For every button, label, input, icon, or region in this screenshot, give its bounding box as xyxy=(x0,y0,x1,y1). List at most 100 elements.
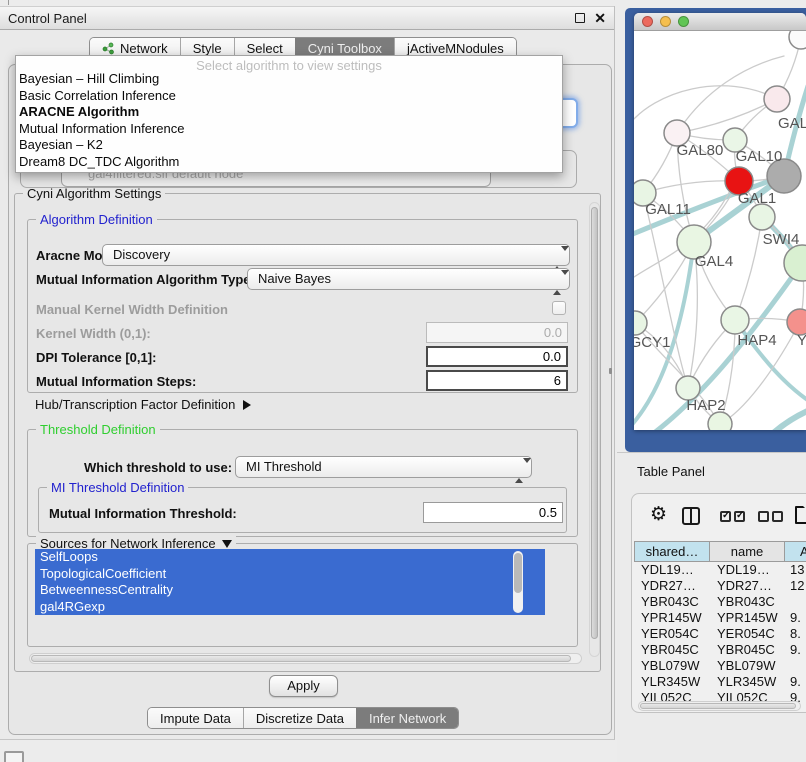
table-cell: YDR27… xyxy=(710,578,785,594)
algorithm-definition-title: Algorithm Definition xyxy=(36,212,157,227)
network-node-gcy1[interactable] xyxy=(634,311,647,335)
close-panel-icon[interactable] xyxy=(594,11,606,25)
manual-kernel-width-label: Manual Kernel Width Definition xyxy=(36,302,228,317)
attributes-scrollbar[interactable] xyxy=(513,551,523,613)
table-cell: 13 xyxy=(785,562,806,578)
tab-label: Network xyxy=(120,41,168,56)
algorithm-option-bayesian-k2[interactable]: Bayesian – K2 xyxy=(16,137,562,154)
divider-tick xyxy=(8,0,9,5)
network-node-big-green[interactable] xyxy=(784,245,806,281)
column-header-shared[interactable]: shared… xyxy=(634,541,710,562)
table-panel-section: Table Panel shared…nameA YDL19…YDL19…13Y… xyxy=(617,452,806,762)
settings-group-title: Cyni Algorithm Settings xyxy=(23,186,165,201)
network-node-label-swi4: SWI4 xyxy=(763,231,800,248)
table-cell: YBR043C xyxy=(710,594,785,610)
dpi-tolerance-input[interactable] xyxy=(426,346,568,367)
which-threshold-value: MI Threshold xyxy=(246,459,322,474)
data-attribute-topologicalcoefficient[interactable]: TopologicalCoefficient xyxy=(35,566,545,583)
network-view-window: GAL7GAL80GAL10GAL1GAL11SWI4GAL4GCY1HAP4Y… xyxy=(634,13,806,430)
network-node-label-hap4: HAP4 xyxy=(737,332,776,349)
network-node-hap4[interactable] xyxy=(721,306,749,334)
document-icon[interactable] xyxy=(795,506,806,524)
table-cell: YLR345W xyxy=(634,674,710,690)
data-attribute-selfloops[interactable]: SelfLoops xyxy=(35,549,545,566)
algorithm-option-basic-correlation-inference[interactable]: Basic Correlation Inference xyxy=(16,88,562,105)
mi-steps-input[interactable] xyxy=(426,370,568,391)
threshold-definition-group: Threshold Definition Which threshold to … xyxy=(27,429,578,537)
aracne-mode-combobox[interactable]: Discovery xyxy=(102,244,570,266)
select-all-icon[interactable] xyxy=(720,511,748,526)
zoom-window-icon[interactable] xyxy=(678,16,689,27)
manual-kernel-width-checkbox[interactable] xyxy=(552,301,566,315)
stepper-icon xyxy=(515,461,524,481)
network-node-label-y: Y xyxy=(797,332,806,349)
which-threshold-combobox[interactable]: MI Threshold xyxy=(235,456,532,478)
algorithm-option-bayesian-hill-climbing[interactable]: Bayesian – Hill Climbing xyxy=(16,71,562,88)
table-row[interactable]: YDL19…YDL19…13 xyxy=(634,562,806,578)
data-attribute-gal4rgexp[interactable]: gal4RGexp xyxy=(35,599,545,616)
kernel-width-input[interactable] xyxy=(426,322,568,343)
table-row[interactable]: YLR345WYLR345W9. xyxy=(634,674,806,690)
network-icon xyxy=(102,42,115,55)
gear-icon[interactable] xyxy=(650,505,667,524)
panel-splitter-handle[interactable] xyxy=(609,368,612,374)
mi-algorithm-type-value: Naive Bayes xyxy=(258,271,331,286)
algorithm-dropdown-popup: Select algorithm to view settings Bayesi… xyxy=(15,55,563,173)
close-window-icon[interactable] xyxy=(642,16,653,27)
table-body: YDL19…YDL19…13YDR27…YDR27…12YBR043CYBR04… xyxy=(634,562,806,702)
tab-label: Select xyxy=(247,41,283,56)
network-canvas[interactable]: GAL7GAL80GAL10GAL1GAL11SWI4GAL4GCY1HAP4Y… xyxy=(634,31,806,430)
data-attributes-list: SelfLoopsTopologicalCoefficientBetweenne… xyxy=(35,549,545,615)
mi-steps-label: Mutual Information Steps: xyxy=(36,374,196,389)
apply-button[interactable]: Apply xyxy=(269,675,338,697)
network-node-label-gal10: GAL10 xyxy=(736,148,783,165)
tab-discretize-data[interactable]: Discretize Data xyxy=(243,708,356,728)
mi-threshold-input[interactable] xyxy=(423,502,563,523)
hub-transcription-factor-disclosure[interactable]: Hub/Transcription Factor Definition xyxy=(35,397,251,412)
network-node-gal7[interactable] xyxy=(764,86,790,112)
control-panel-title: Control Panel xyxy=(8,11,87,26)
hub-section-label: Hub/Transcription Factor Definition xyxy=(35,397,235,412)
network-edge xyxy=(677,99,777,133)
split-view-icon[interactable] xyxy=(682,507,700,525)
algorithm-option-mutual-information-inference[interactable]: Mutual Information Inference xyxy=(16,121,562,138)
tab-infer-network[interactable]: Infer Network xyxy=(356,708,458,728)
network-node-label-gal7: GAL7 xyxy=(778,115,806,132)
data-attribute-betweennesscentrality[interactable]: BetweennessCentrality xyxy=(35,582,545,599)
table-row[interactable]: YDR27…YDR27…12 xyxy=(634,578,806,594)
table-panel-title: Table Panel xyxy=(637,464,705,479)
table-row[interactable]: YBR043CYBR043C xyxy=(634,594,806,610)
float-window-icon[interactable] xyxy=(575,13,585,23)
tab-label: Discretize Data xyxy=(256,711,344,726)
network-node-swi4[interactable] xyxy=(749,204,775,230)
table-row[interactable]: YPR145WYPR145W9. xyxy=(634,610,806,626)
disclosure-down-icon xyxy=(222,540,232,548)
mi-algorithm-type-combobox[interactable]: Naive Bayes xyxy=(247,268,570,290)
table-row[interactable]: YER054CYER054C8. xyxy=(634,626,806,642)
which-threshold-label: Which threshold to use: xyxy=(84,460,232,475)
table-row[interactable]: YBL079WYBL079W xyxy=(634,658,806,674)
network-node-white-top[interactable] xyxy=(789,31,806,49)
column-header-name[interactable]: name xyxy=(710,541,785,562)
kernel-width-label: Kernel Width (0,1): xyxy=(36,326,151,341)
network-node-green-bottom[interactable] xyxy=(708,412,732,430)
algorithm-option-dream8-dc-tdc-algorithm[interactable]: Dream8 DC_TDC Algorithm xyxy=(16,154,562,171)
network-node-label-gal1: GAL1 xyxy=(738,190,776,207)
network-node-label-gal11: GAL11 xyxy=(645,201,691,218)
table-cell: YPR145W xyxy=(710,610,785,626)
table-panel-box: shared…nameA YDL19…YDL19…13YDR27…YDR27…1… xyxy=(631,493,806,713)
tab-label: Style xyxy=(193,41,222,56)
tab-impute-data[interactable]: Impute Data xyxy=(148,708,243,728)
table-cell: YBL079W xyxy=(634,658,710,674)
settings-horizontal-scrollbar[interactable] xyxy=(29,653,582,664)
table-row[interactable]: YBR045CYBR045C9. xyxy=(634,642,806,658)
control-panel-titlebar: Control Panel xyxy=(0,6,614,30)
minimize-window-icon[interactable] xyxy=(660,16,671,27)
column-header-a[interactable]: A xyxy=(785,541,806,562)
settings-vertical-scrollbar[interactable] xyxy=(589,202,600,657)
algorithm-option-aracne-algorithm[interactable]: ARACNE Algorithm xyxy=(16,104,562,121)
deselect-all-icon[interactable] xyxy=(758,511,786,526)
table-horizontal-scrollbar[interactable] xyxy=(638,701,801,711)
minimized-panel-chip[interactable] xyxy=(4,751,24,762)
network-view-frame: GAL7GAL80GAL10GAL1GAL11SWI4GAL4GCY1HAP4Y… xyxy=(625,8,806,452)
